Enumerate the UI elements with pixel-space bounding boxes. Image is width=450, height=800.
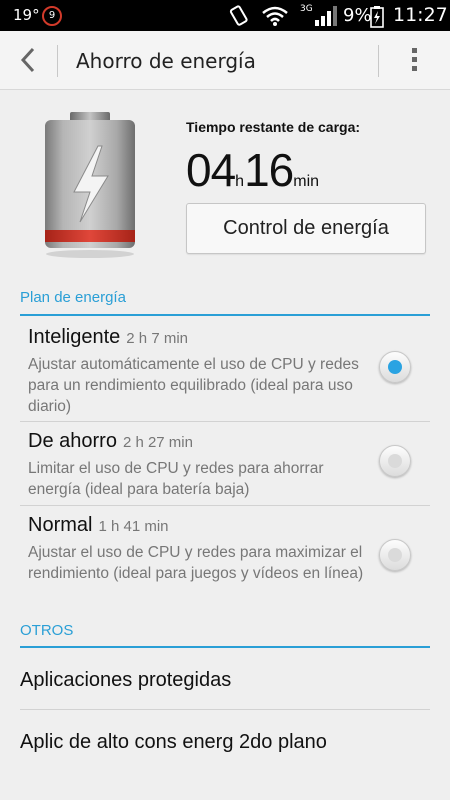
- notification-badge: 9: [42, 6, 62, 26]
- option-time: 1 h 41 min: [98, 518, 169, 535]
- page-title: Ahorro de energía: [76, 49, 256, 73]
- section-divider: [20, 314, 430, 316]
- wifi-icon: [262, 6, 288, 30]
- back-arrow-icon[interactable]: [14, 45, 44, 75]
- section-header-plan: Plan de energía: [20, 289, 126, 306]
- temperature-indicator: 19°: [13, 6, 40, 24]
- minutes-unit: min: [293, 173, 320, 190]
- plan-option-inteligente[interactable]: Inteligente 2 h 7 min Ajustar automáticam…: [20, 326, 430, 420]
- radio-button[interactable]: [379, 539, 411, 571]
- battery-charging-icon: [370, 6, 384, 32]
- plan-option-normal[interactable]: Normal 1 h 41 min Ajustar el uso de CPU y…: [20, 514, 430, 608]
- battery-percent: 9%: [343, 5, 372, 26]
- rotation-lock-icon: [228, 5, 250, 31]
- divider: [20, 421, 430, 422]
- option-time: 2 h 27 min: [122, 434, 193, 451]
- remaining-time-label: Tiempo restante de carga:: [186, 119, 361, 135]
- option-description: Ajustar automáticamente el uso de CPU y …: [28, 356, 359, 415]
- radio-button[interactable]: [379, 445, 411, 477]
- option-name: Normal: [28, 514, 93, 536]
- option-name: Inteligente: [28, 326, 121, 348]
- list-item-high-consumption-apps[interactable]: Aplic de alto cons energ 2do plano: [20, 731, 430, 754]
- radio-button-selected[interactable]: [379, 351, 411, 383]
- plan-option-de-ahorro[interactable]: De ahorro 2 h 27 min Limitar el uso de CP…: [20, 430, 430, 504]
- power-control-button[interactable]: Control de energía: [186, 203, 426, 254]
- minutes-value: 16: [244, 144, 294, 196]
- section-divider: [20, 646, 430, 648]
- status-bar: 19° 9 3G 9% 11:27: [0, 0, 450, 31]
- divider: [20, 709, 430, 710]
- hours-unit: h: [235, 173, 245, 190]
- signal-icon: [314, 6, 338, 30]
- divider: [20, 505, 430, 506]
- list-item-protected-apps[interactable]: Aplicaciones protegidas: [20, 669, 430, 692]
- option-name: De ahorro: [28, 430, 117, 452]
- section-header-others: OTROS: [20, 622, 74, 639]
- clock: 11:27: [393, 4, 448, 26]
- network-type-label: 3G: [300, 4, 313, 14]
- option-description: Limitar el uso de CPU y redes para ahorr…: [28, 460, 324, 498]
- action-bar: Ahorro de energía: [0, 31, 450, 90]
- divider: [57, 45, 58, 77]
- option-description: Ajustar el uso de CPU y redes para maxim…: [28, 544, 364, 582]
- remaining-time-value: 04h16min: [186, 143, 320, 196]
- divider: [378, 45, 379, 77]
- hours-value: 04: [186, 144, 236, 196]
- overflow-menu-icon[interactable]: [404, 45, 424, 77]
- battery-lightning-icon: [40, 110, 140, 260]
- option-time: 2 h 7 min: [126, 330, 188, 347]
